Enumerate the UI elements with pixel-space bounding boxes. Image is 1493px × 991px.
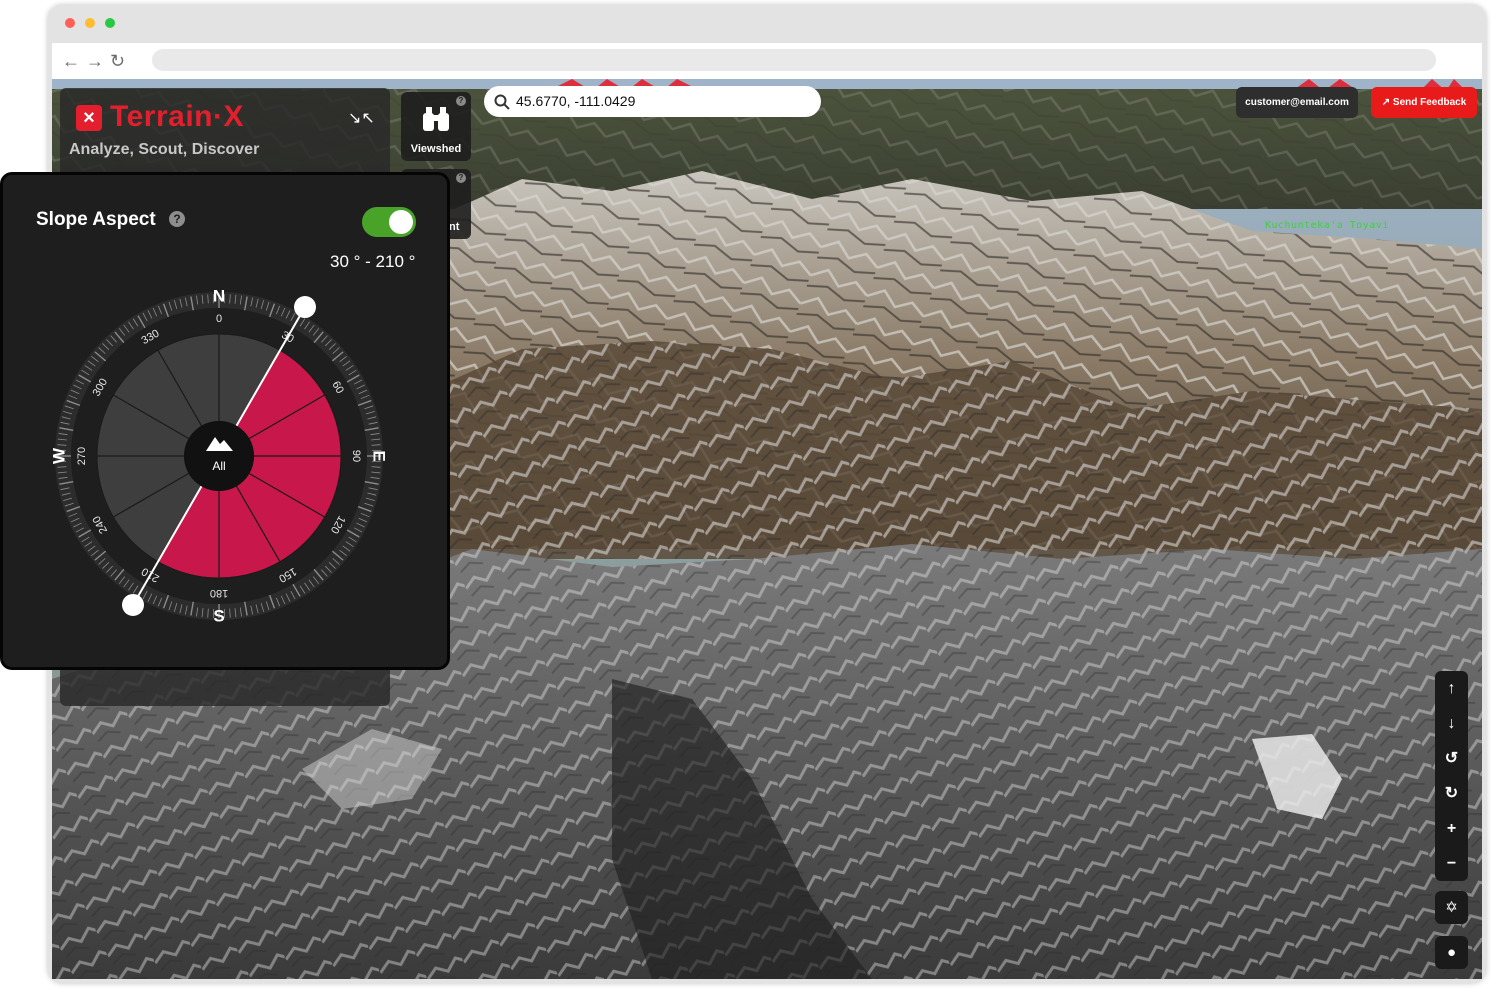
second-tool-label: nt [449, 221, 460, 233]
zoom-window-icon[interactable] [105, 18, 115, 28]
send-feedback-label: Send Feedback [1392, 97, 1467, 108]
cardinal-label-w: W [50, 447, 69, 464]
range-end-handle[interactable] [122, 593, 144, 616]
compass-center-button[interactable] [184, 421, 254, 491]
compass-center-label: All [212, 459, 225, 473]
cardinal-label-s: S [213, 607, 224, 626]
coordinate-search[interactable] [484, 86, 821, 117]
rotate-right-icon[interactable]: ↻ [1435, 776, 1468, 811]
search-icon [494, 94, 510, 110]
account-email-button[interactable]: customer@email.com [1236, 87, 1358, 118]
degree-label: 240 [91, 514, 111, 536]
globe-icon[interactable]: ● [1435, 936, 1468, 969]
arrow-down-icon[interactable]: ↓ [1435, 706, 1468, 741]
zoom-in-icon[interactable]: + [1435, 811, 1468, 846]
map-place-label: Kuchunteka'a Toyavi [1265, 220, 1389, 231]
send-feedback-button[interactable]: ↗ Send Feedback [1371, 87, 1477, 118]
close-window-icon[interactable] [65, 18, 75, 28]
slope-aspect-panel: Slope Aspect ? 30 ° - 210 ° 030609012015… [0, 172, 450, 670]
cardinal-label-e: E [370, 450, 389, 461]
degree-label: 300 [91, 377, 111, 399]
browser-toolbar: ← → ↻ [52, 43, 1482, 79]
degree-label: 60 [329, 379, 346, 396]
viewshed-tool-button[interactable]: ? Viewshed [401, 92, 471, 161]
help-icon[interactable]: ? [456, 96, 466, 106]
collapse-icon[interactable]: ↘↖ [348, 108, 375, 128]
recenter-icon[interactable]: ✡ [1435, 891, 1468, 924]
binoculars-icon [423, 107, 449, 131]
app-tagline: Analyze, Scout, Discover [69, 141, 260, 158]
terrain-x-logo-icon: × [76, 105, 102, 131]
degree-label: 120 [328, 514, 348, 536]
degree-label: 330 [140, 328, 162, 348]
range-start-handle[interactable] [294, 296, 316, 319]
external-link-icon: ↗ [1381, 97, 1393, 108]
degree-label: 90 [350, 450, 362, 462]
rotate-left-icon[interactable]: ↺ [1435, 741, 1468, 776]
zoom-out-icon[interactable]: − [1435, 846, 1468, 881]
arrow-up-icon[interactable]: ↑ [1435, 671, 1468, 706]
viewshed-label: Viewshed [410, 143, 462, 155]
map-navigation-controls: ↑ ↓ ↺ ↻ + − [1435, 671, 1468, 881]
degree-label: 150 [277, 565, 299, 585]
app-title: Terrain·X [110, 100, 244, 133]
help-icon[interactable]: ? [456, 173, 466, 183]
minimize-window-icon[interactable] [85, 18, 95, 28]
aspect-compass[interactable]: 0306090120150180210240270300330 NESW All [3, 175, 450, 670]
browser-title-bar [48, 5, 1486, 43]
back-arrow-icon[interactable]: ← [62, 51, 80, 71]
degree-label: 0 [216, 313, 222, 325]
forward-arrow-icon[interactable]: → [86, 51, 104, 71]
degree-label: 270 [76, 447, 88, 465]
degree-label: 180 [210, 587, 228, 599]
address-bar[interactable] [152, 49, 1436, 71]
cardinal-label-n: N [213, 287, 225, 306]
search-input[interactable] [516, 90, 806, 112]
reload-icon[interactable]: ↻ [110, 51, 125, 71]
